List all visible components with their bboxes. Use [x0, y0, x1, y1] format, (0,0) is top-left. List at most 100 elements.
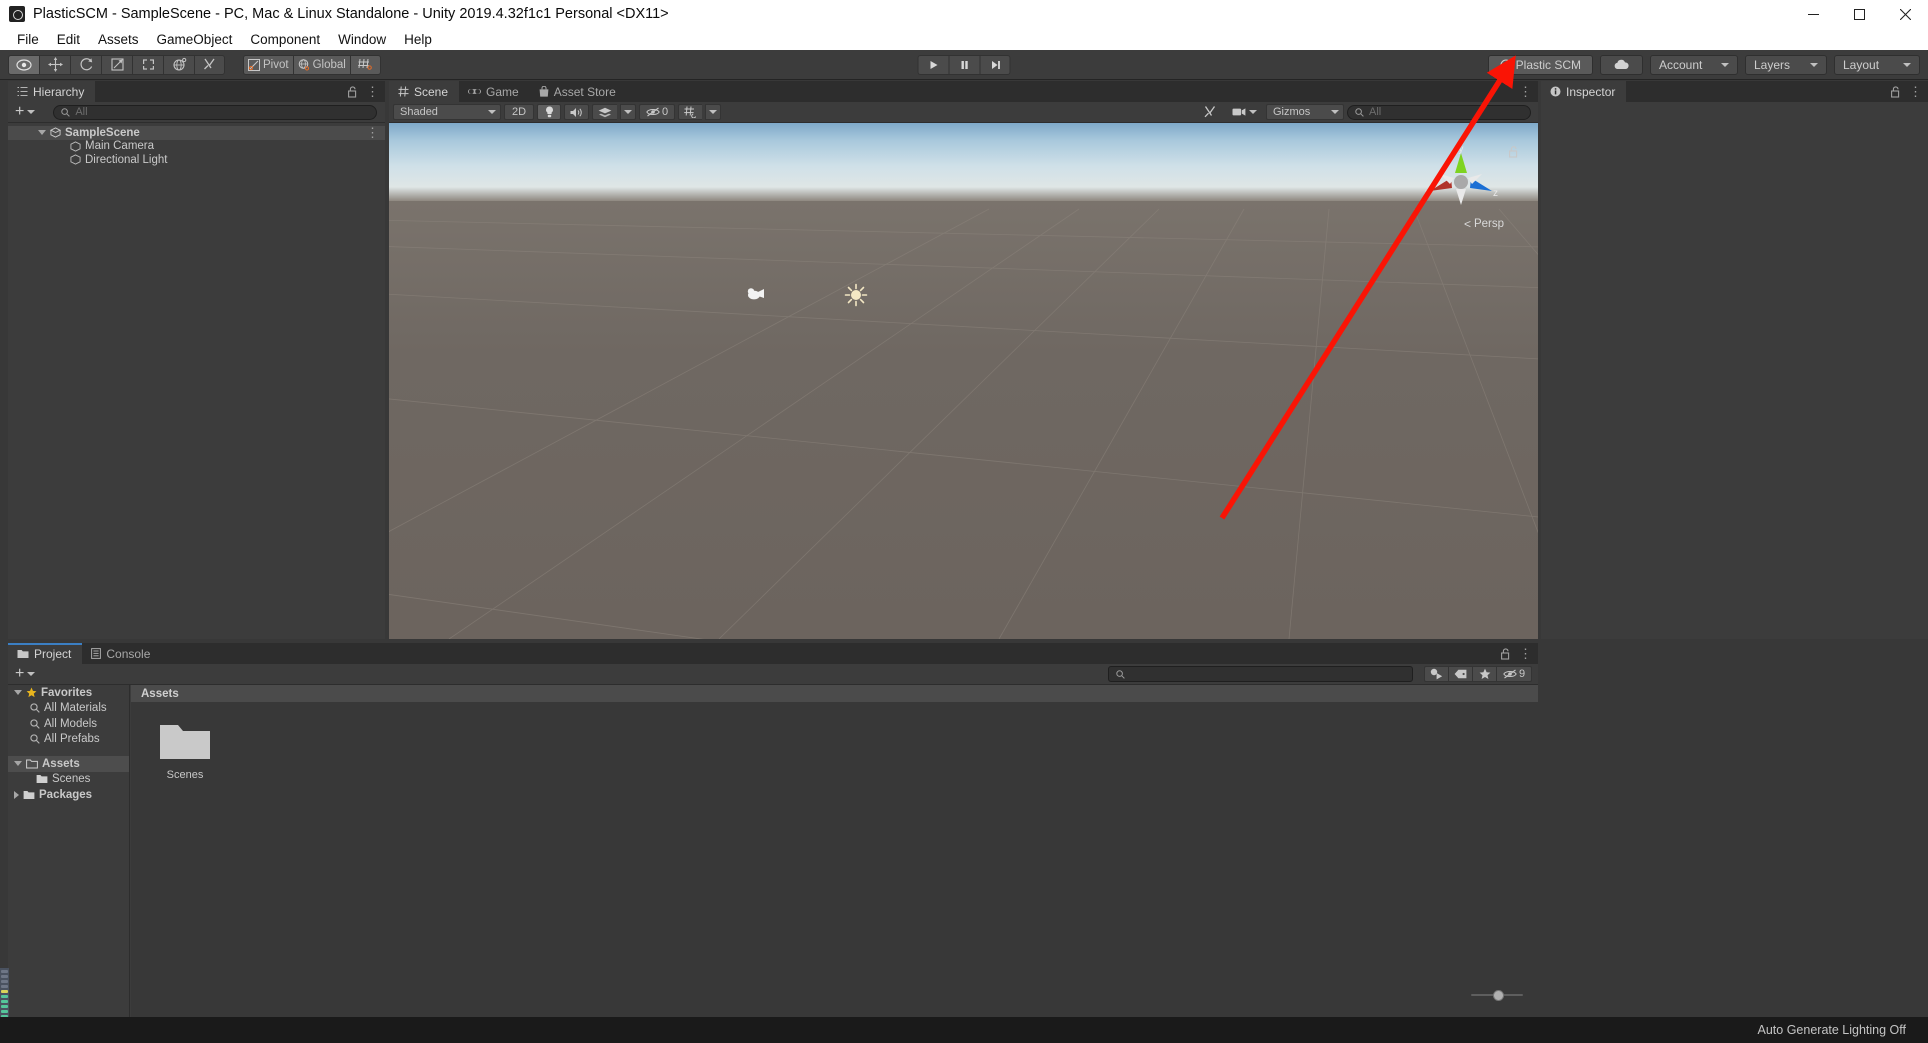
effects-icon[interactable]	[592, 104, 617, 120]
close-icon[interactable]	[1882, 0, 1928, 28]
account-dropdown[interactable]: Account	[1650, 54, 1738, 75]
tab-inspector[interactable]: Inspector	[1541, 81, 1627, 102]
kebab-icon[interactable]: ⋮	[366, 126, 379, 139]
hierarchy-panel: Hierarchy ⋮ + All SampleScene ⋮ Main Cam…	[8, 81, 385, 639]
scene-toolbar: Shaded 2D 0 Gizmos All	[389, 102, 1538, 123]
camera-gizmo-icon[interactable]	[745, 286, 765, 302]
hierarchy-item-samplescene[interactable]: SampleScene ⋮	[8, 126, 385, 140]
project-search-input[interactable]	[1108, 666, 1413, 682]
menu-component[interactable]: Component	[241, 30, 329, 49]
scene-camera-grid-icon[interactable]	[678, 104, 702, 120]
menu-assets[interactable]: Assets	[89, 30, 148, 49]
tab-scene[interactable]: Scene	[389, 81, 460, 102]
window-titlebar: PlasticSCM - SampleScene - PC, Mac & Lin…	[0, 0, 1928, 28]
draw-mode-dropdown[interactable]: Shaded	[393, 104, 501, 120]
hierarchy-add-button[interactable]: +	[12, 104, 38, 120]
project-tree-item-packages[interactable]: Packages	[8, 787, 129, 803]
project-tree: Favorites All Materials All Models All P…	[8, 685, 130, 1017]
project-add-button[interactable]: +	[12, 666, 38, 682]
lock-open-icon[interactable]	[348, 85, 358, 98]
tab-game[interactable]: Game	[459, 81, 530, 102]
scene-orientation-gizmo[interactable]: y x z	[1421, 145, 1501, 217]
project-tree-item-scenes[interactable]: Scenes	[8, 772, 129, 788]
scene-camera-grid-dropdown[interactable]	[705, 104, 721, 120]
rect-tool-icon[interactable]	[132, 54, 163, 75]
search-icon	[61, 107, 71, 117]
hierarchy-item-directional-light[interactable]: Directional Light	[8, 153, 385, 167]
pause-icon[interactable]	[948, 54, 980, 75]
global-toggle[interactable]: Global	[292, 54, 350, 75]
star-icon[interactable]	[1472, 666, 1496, 682]
light-bulb-icon[interactable]	[537, 104, 561, 120]
zoom-slider-knob[interactable]	[1493, 990, 1504, 1001]
rotate-tool-icon[interactable]	[70, 54, 101, 75]
maximize-icon[interactable]	[1836, 0, 1882, 28]
step-icon[interactable]	[979, 54, 1011, 75]
project-scene-visibility-toggle[interactable]: 9	[1496, 666, 1532, 682]
kebab-icon[interactable]: ⋮	[1519, 647, 1532, 660]
layout-dropdown[interactable]: Layout	[1834, 54, 1920, 75]
lock-open-icon[interactable]	[1891, 85, 1901, 98]
layers-dropdown[interactable]: Layers	[1745, 54, 1827, 75]
2d-toggle[interactable]: 2D	[504, 104, 534, 120]
filter-by-type-icon[interactable]	[1424, 666, 1448, 682]
project-subbar: + 9	[8, 664, 1538, 685]
project-tree-item-favorites[interactable]: Favorites	[8, 685, 129, 701]
project-tree-item-all-materials[interactable]: All Materials	[8, 701, 129, 717]
kebab-icon[interactable]: ⋮	[1909, 85, 1922, 98]
component-tools-icon[interactable]	[1197, 104, 1223, 120]
project-content[interactable]: Assets Scenes	[131, 685, 1538, 1017]
play-icon[interactable]	[917, 54, 949, 75]
minimize-icon[interactable]	[1790, 0, 1836, 28]
pivot-toggle[interactable]: Pivot	[243, 54, 293, 75]
hierarchy-search-input[interactable]: All	[53, 104, 377, 120]
gameobject-icon	[70, 141, 81, 152]
project-panel: Project Console ⋮ + 9 Favorites All Mate…	[8, 643, 1538, 1017]
projection-label[interactable]: < Persp	[1464, 217, 1504, 231]
custom-editor-tool-icon[interactable]	[194, 54, 225, 75]
project-filter-group: 9	[1424, 666, 1532, 682]
tab-asset-store[interactable]: Asset Store	[530, 81, 627, 102]
light-gizmo-icon[interactable]	[844, 283, 868, 307]
transform-tool-icon[interactable]	[163, 54, 194, 75]
collapse-arrow-icon[interactable]	[14, 790, 19, 799]
hierarchy-item-label: Directional Light	[85, 153, 168, 166]
asset-item-scenes[interactable]: Scenes	[148, 717, 222, 781]
scale-tool-icon[interactable]	[101, 54, 132, 75]
gizmo-lock-icon[interactable]	[1509, 145, 1520, 158]
move-tool-icon[interactable]	[39, 54, 70, 75]
cloud-icon[interactable]	[1600, 54, 1643, 75]
scene-visibility-toggle[interactable]: 0	[639, 104, 675, 120]
effects-dropdown[interactable]	[620, 104, 636, 120]
audio-icon[interactable]	[564, 104, 589, 120]
menu-file[interactable]: File	[8, 30, 48, 49]
tab-project[interactable]: Project	[8, 643, 83, 664]
kebab-icon[interactable]: ⋮	[366, 85, 379, 98]
gameobject-icon	[70, 154, 81, 165]
hierarchy-item-main-camera[interactable]: Main Camera	[8, 140, 385, 154]
filter-by-label-icon[interactable]	[1448, 666, 1472, 682]
expand-arrow-icon[interactable]	[14, 690, 22, 696]
expand-arrow-icon[interactable]	[14, 761, 22, 767]
gizmos-dropdown[interactable]: Gizmos	[1266, 104, 1344, 120]
grid-snap-icon[interactable]	[349, 54, 381, 75]
plastic-scm-button[interactable]: Plastic SCM	[1487, 54, 1593, 75]
menu-help[interactable]: Help	[395, 30, 441, 49]
project-tree-item-all-prefabs[interactable]: All Prefabs	[8, 732, 129, 748]
expand-arrow-icon[interactable]	[38, 130, 46, 136]
menu-window[interactable]: Window	[329, 30, 395, 49]
lock-open-icon[interactable]	[1501, 647, 1511, 660]
scene-viewport[interactable]: y x z < Persp	[389, 123, 1538, 639]
scene-search-input[interactable]: All	[1347, 104, 1531, 120]
project-tree-item-all-models[interactable]: All Models	[8, 716, 129, 732]
scene-camera-icon[interactable]	[1226, 104, 1263, 120]
menu-gameobject[interactable]: GameObject	[148, 30, 242, 49]
kebab-icon[interactable]: ⋮	[1519, 85, 1532, 98]
menu-edit[interactable]: Edit	[48, 30, 89, 49]
hierarchy-icon	[17, 87, 28, 96]
statusbar: Auto Generate Lighting Off	[0, 1017, 1928, 1043]
tab-console[interactable]: Console	[82, 643, 161, 664]
project-tree-item-assets[interactable]: Assets	[8, 756, 129, 772]
tab-hierarchy[interactable]: Hierarchy	[8, 81, 96, 102]
hand-tool-icon[interactable]	[8, 54, 39, 75]
